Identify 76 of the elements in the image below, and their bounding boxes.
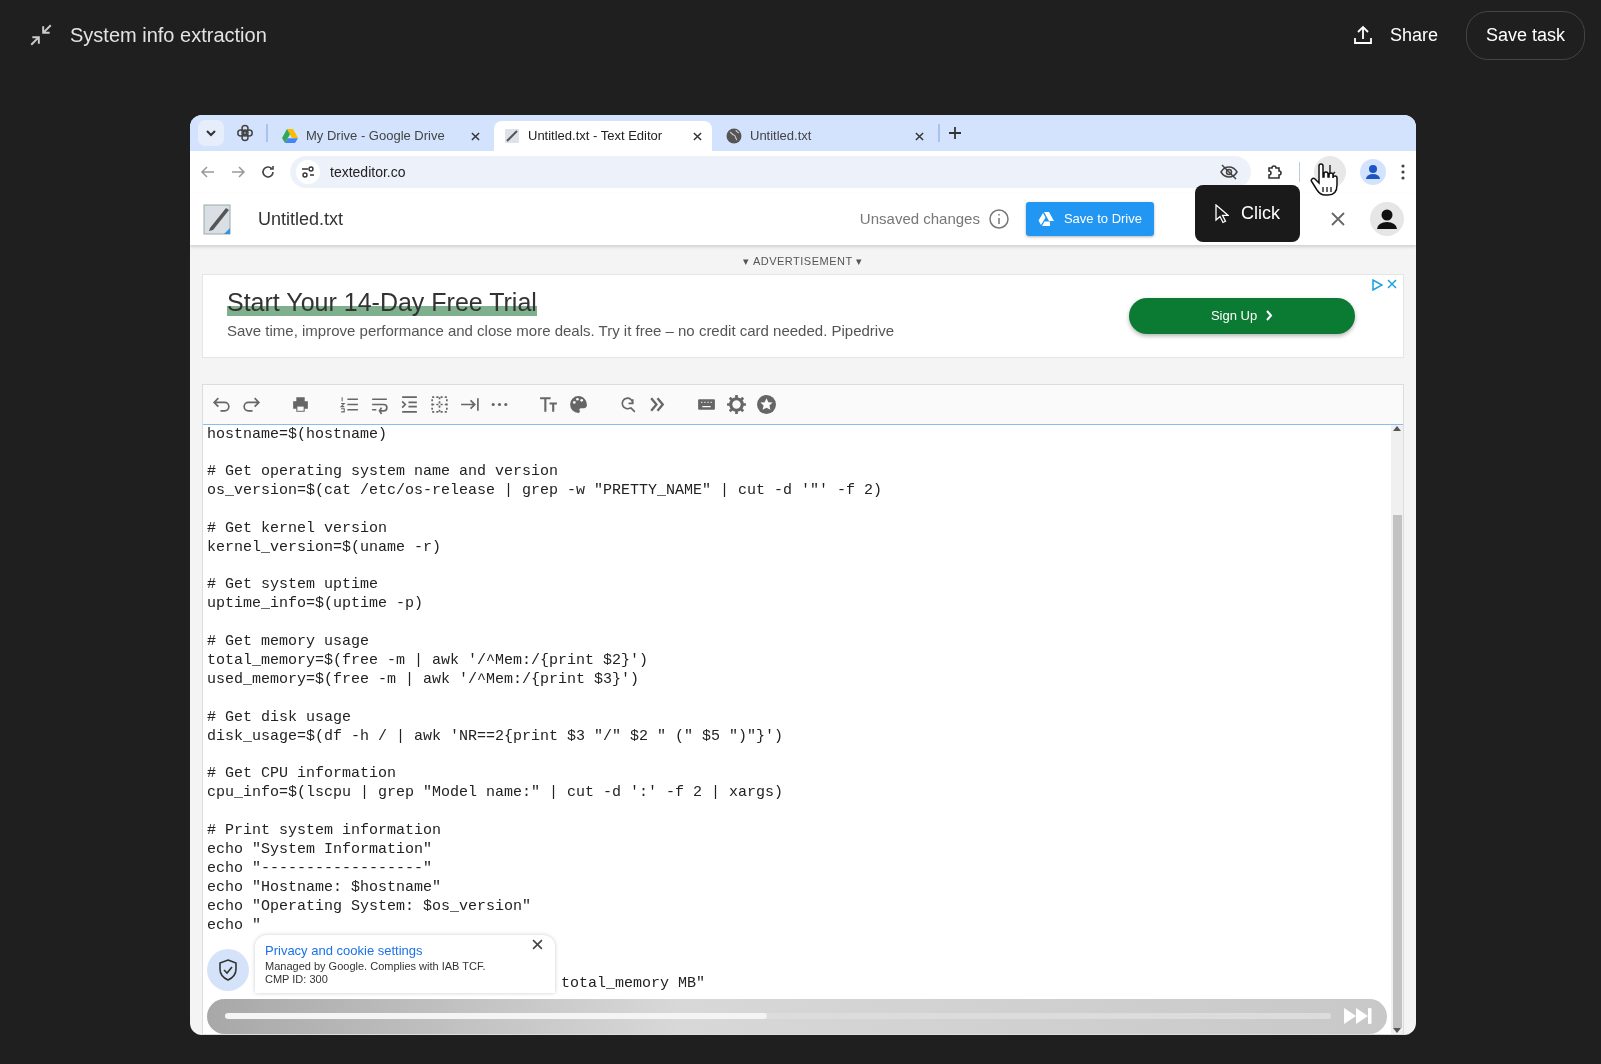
tab-close-icon[interactable]: [915, 131, 924, 141]
code-line: # Get memory usage: [207, 631, 371, 651]
code-line: # Get system uptime: [207, 575, 380, 595]
code-line: # Print system information: [207, 820, 443, 840]
file-name: Untitled.txt: [258, 207, 344, 231]
click-tooltip: Click: [1195, 185, 1300, 242]
code-line: # Get operating system name and version: [207, 462, 560, 482]
drive-triangle-icon: [282, 129, 298, 143]
code-line: echo "Hostname: $hostname": [207, 877, 443, 897]
indent-icon[interactable]: [399, 393, 420, 415]
vertical-scrollbar[interactable]: [1391, 424, 1403, 1034]
code-line: used_memory=$(free -m | awk '/^Mem:/{print $3}'): [207, 669, 641, 689]
drive-add-icon: [1037, 211, 1056, 227]
ad-description: Save time, improve performance and close more deals. Try it free – no credit card needed. Pipedrive: [227, 321, 894, 341]
adchoices-icon[interactable]: [1371, 278, 1383, 291]
forward-arrow-icon[interactable]: [230, 164, 246, 180]
code-line: total_memory=$(free -m | awk '/^Mem:/{print $2}'): [207, 650, 650, 670]
save-status: Unsaved changes: [859, 208, 980, 229]
close-icon[interactable]: [532, 938, 543, 950]
tab-close-icon[interactable]: [471, 131, 480, 141]
code-line: os_version=$(cat /etc/os-release | grep -w "PRETTY_NAME" | cut -d '"' -f 2): [207, 481, 884, 501]
popup-text: CMP ID: 300: [265, 973, 329, 987]
url-text: texteditor.co: [330, 162, 406, 182]
privacy-shield-button[interactable]: [207, 948, 249, 991]
browser-tab[interactable]: My Drive - Google Drive: [272, 121, 490, 151]
code-line: kernel_version=$(uname -r): [207, 537, 443, 557]
globe-icon: [726, 128, 742, 144]
back-arrow-icon[interactable]: [200, 164, 216, 180]
notepad-pen-icon: [202, 202, 234, 236]
code-line: echo "System Information": [207, 839, 434, 859]
palette-icon[interactable]: [568, 393, 589, 415]
user-avatar-icon[interactable]: [1370, 202, 1404, 236]
progress-track[interactable]: [225, 1013, 1331, 1020]
tab-list-icon[interactable]: [198, 120, 224, 146]
code-line: echo "Operating System: $os_version": [207, 896, 533, 916]
browser-tab[interactable]: Untitled.txt: [716, 121, 934, 151]
info-icon[interactable]: [987, 208, 1010, 230]
star-badge-icon[interactable]: [756, 393, 777, 415]
code-line: total_memory MB": [561, 973, 706, 993]
address-bar[interactable]: texteditor.co: [290, 156, 1251, 188]
browser-tab[interactable]: Untitled.txt - Text Editor: [494, 121, 712, 151]
code-line: hostname=$(hostname): [207, 424, 389, 444]
privacy-settings-link[interactable]: Privacy and cookie settings: [265, 940, 545, 961]
code-line: disk_usage=$(df -h / | awk 'NR==2{print $3 "/" $2 " (" $5 ")"}'): [207, 726, 785, 746]
popup-text: Managed by Google. Complies with IAB TCF.: [265, 960, 487, 974]
tab-close-icon[interactable]: [693, 131, 702, 141]
reload-icon[interactable]: [260, 164, 276, 180]
flower-logo-icon[interactable]: [236, 124, 254, 142]
task-title: System info extraction: [70, 23, 267, 48]
dotted-square-icon[interactable]: [429, 393, 450, 415]
profile-avatar-icon[interactable]: [1360, 159, 1386, 185]
code-line: uptime_info=$(uptime -p): [207, 594, 425, 614]
collapse-arrows-icon[interactable]: [28, 22, 54, 48]
save-task-button[interactable]: Save task: [1465, 10, 1585, 60]
sign-up-button[interactable]: Sign Up: [1129, 297, 1355, 334]
code-line: echo "------------------": [207, 858, 434, 878]
scrollbar-thumb[interactable]: [1392, 514, 1402, 1028]
code-line: # Get CPU information: [207, 764, 398, 784]
puzzle-piece-icon[interactable]: [1265, 162, 1285, 182]
upload-icon: [1351, 24, 1374, 46]
pointer-cursor-icon: [1215, 203, 1229, 224]
advertisement-label: ▾ ADVERTISEMENT ▾: [742, 254, 864, 269]
pen-icon: [504, 128, 520, 144]
site-settings-icon[interactable]: [296, 160, 320, 184]
eye-off-icon[interactable]: [1219, 162, 1239, 182]
code-line: # Get kernel version: [207, 518, 389, 538]
gear-icon[interactable]: [726, 393, 747, 415]
code-line: echo ": [207, 915, 262, 935]
menu-dots-icon[interactable]: [1400, 163, 1406, 181]
close-icon[interactable]: [1330, 211, 1346, 227]
share-button[interactable]: Share: [1339, 15, 1450, 55]
code-line: cpu_info=$(lscpu | grep "Model name:" | cut -d ':' -f 2 | xargs): [207, 783, 785, 803]
plus-icon[interactable]: [948, 126, 962, 140]
code-line: # Get disk usage: [207, 707, 353, 727]
chevron-right-icon: [1265, 310, 1274, 321]
shield-check-icon: [218, 958, 238, 981]
